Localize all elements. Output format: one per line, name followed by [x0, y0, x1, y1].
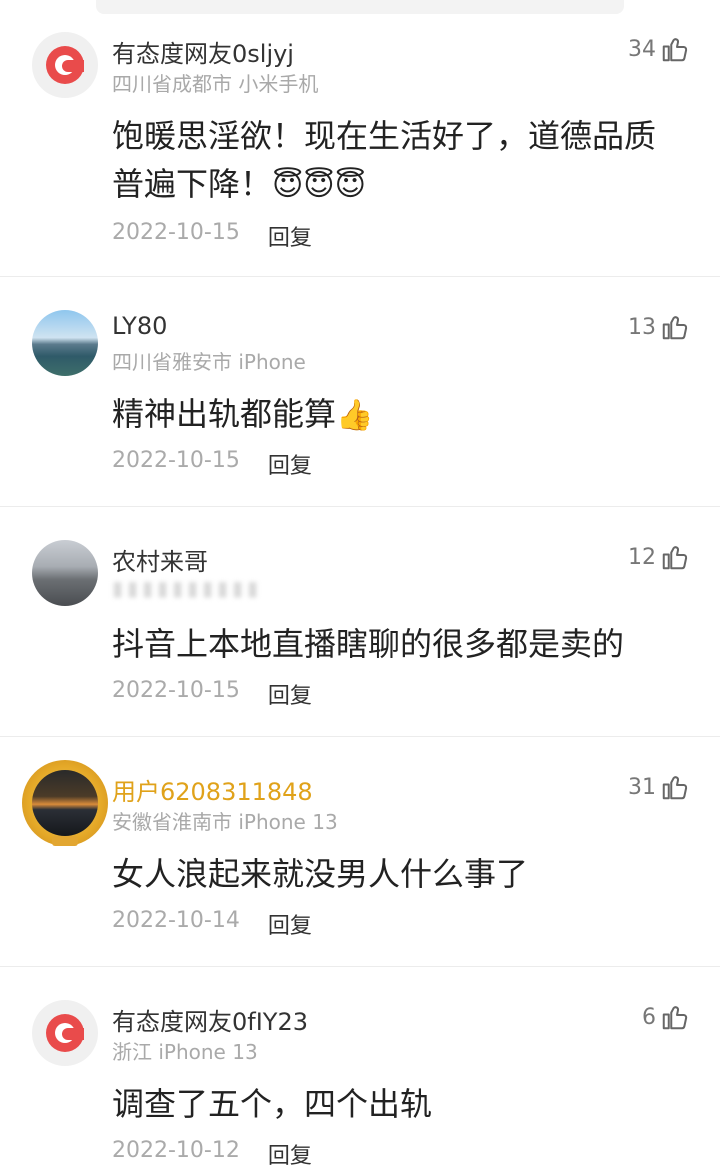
like-count: 31	[628, 774, 656, 800]
comment-text-body: 精神出轨都能算	[112, 395, 337, 433]
like-button[interactable]: 31	[628, 772, 690, 802]
avatar-netease-logo-icon[interactable]	[32, 32, 98, 98]
avatar-vip-frame[interactable]	[22, 760, 108, 846]
divider	[0, 736, 720, 737]
comment-date: 2022-10-15	[112, 678, 240, 703]
reply-button[interactable]: 回复	[268, 448, 312, 480]
user-location: 四川省雅安市 iPhone	[112, 350, 306, 374]
like-count: 6	[642, 1004, 656, 1030]
comment-item: 农村来哥 ▮▮▮▮▮▮▮▮▮▮ 12 抖音上本地直播瞎聊的很多都是卖的 2022…	[0, 532, 720, 736]
thumbs-up-icon	[662, 776, 688, 800]
user-location-blurred: ▮▮▮▮▮▮▮▮▮▮	[112, 576, 263, 600]
like-count: 12	[628, 544, 656, 570]
comment-text-body: 饱暖思淫欲！现在生活好了，道德品质普遍下降！	[112, 117, 657, 203]
comment-text-body: 调查了五个，四个出轨	[112, 1085, 433, 1123]
like-button[interactable]: 6	[642, 1002, 690, 1032]
username-vip[interactable]: 用户6208311848	[112, 772, 313, 807]
comment-date: 2022-10-15	[112, 220, 240, 245]
comment-meta: 2022-10-15 回复	[112, 448, 312, 480]
emoji-halo-smile: 😇😇😇	[272, 168, 366, 203]
username[interactable]: 有态度网友0fIY23	[112, 1002, 308, 1037]
comment-text: 饱暖思淫欲！现在生活好了，道德品质普遍下降！😇😇😇	[112, 112, 682, 210]
comment-text: 调查了五个，四个出轨	[112, 1080, 682, 1128]
comment-text: 女人浪起来就没男人什么事了	[112, 850, 682, 898]
comment-text-body: 女人浪起来就没男人什么事了	[112, 855, 529, 893]
comment-meta: 2022-10-15 回复	[112, 678, 312, 710]
reply-button[interactable]: 回复	[268, 1138, 312, 1170]
divider	[0, 506, 720, 507]
divider	[0, 966, 720, 967]
comment-date: 2022-10-12	[112, 1138, 240, 1163]
username[interactable]: 农村来哥	[112, 542, 208, 577]
reply-button[interactable]: 回复	[268, 678, 312, 710]
thumbs-up-icon	[662, 546, 688, 570]
comment-meta: 2022-10-15 回复	[112, 220, 312, 252]
comment-text-body: 抖音上本地直播瞎聊的很多都是卖的	[112, 625, 625, 663]
comment-meta: 2022-10-12 回复	[112, 1138, 312, 1170]
emoji-thumbs-up: 👍	[336, 398, 374, 433]
like-button[interactable]: 12	[628, 542, 690, 572]
thumbs-up-icon	[662, 316, 688, 340]
user-location: 安徽省淮南市 iPhone 13	[112, 810, 338, 834]
comment-item: 用户6208311848 安徽省淮南市 iPhone 13 31 女人浪起来就没…	[0, 760, 720, 966]
comment-item: 有态度网友0fIY23 浙江 iPhone 13 6 调查了五个，四个出轨 20…	[0, 992, 720, 1175]
user-location: 浙江 iPhone 13	[112, 1040, 258, 1064]
avatar[interactable]	[32, 310, 98, 376]
reply-button[interactable]: 回复	[268, 908, 312, 940]
comment-item: LY80 四川省雅安市 iPhone 13 精神出轨都能算👍 2022-10-1…	[0, 302, 720, 506]
avatar[interactable]	[32, 540, 98, 606]
like-count: 13	[628, 314, 656, 340]
thumbs-up-icon	[662, 38, 688, 62]
comment-meta: 2022-10-14 回复	[112, 908, 312, 940]
comment-date: 2022-10-15	[112, 448, 240, 473]
reply-button[interactable]: 回复	[268, 220, 312, 252]
like-button[interactable]: 34	[628, 34, 690, 64]
like-count: 34	[628, 36, 656, 62]
username[interactable]: 有态度网友0sljyj	[112, 34, 294, 69]
thumbs-up-icon	[662, 1006, 688, 1030]
comment-item: 有态度网友0sljyj 四川省成都市 小米手机 34 饱暖思淫欲！现在生活好了，…	[0, 24, 720, 276]
comment-text: 抖音上本地直播瞎聊的很多都是卖的	[112, 620, 682, 668]
comment-date: 2022-10-14	[112, 908, 240, 933]
avatar-netease-logo-icon[interactable]	[32, 1000, 98, 1066]
divider	[0, 276, 720, 277]
user-location: 四川省成都市 小米手机	[112, 72, 319, 96]
like-button[interactable]: 13	[628, 312, 690, 342]
comment-text: 精神出轨都能算👍	[112, 390, 682, 440]
top-input-bar[interactable]	[96, 0, 624, 14]
username[interactable]: LY80	[112, 312, 167, 340]
